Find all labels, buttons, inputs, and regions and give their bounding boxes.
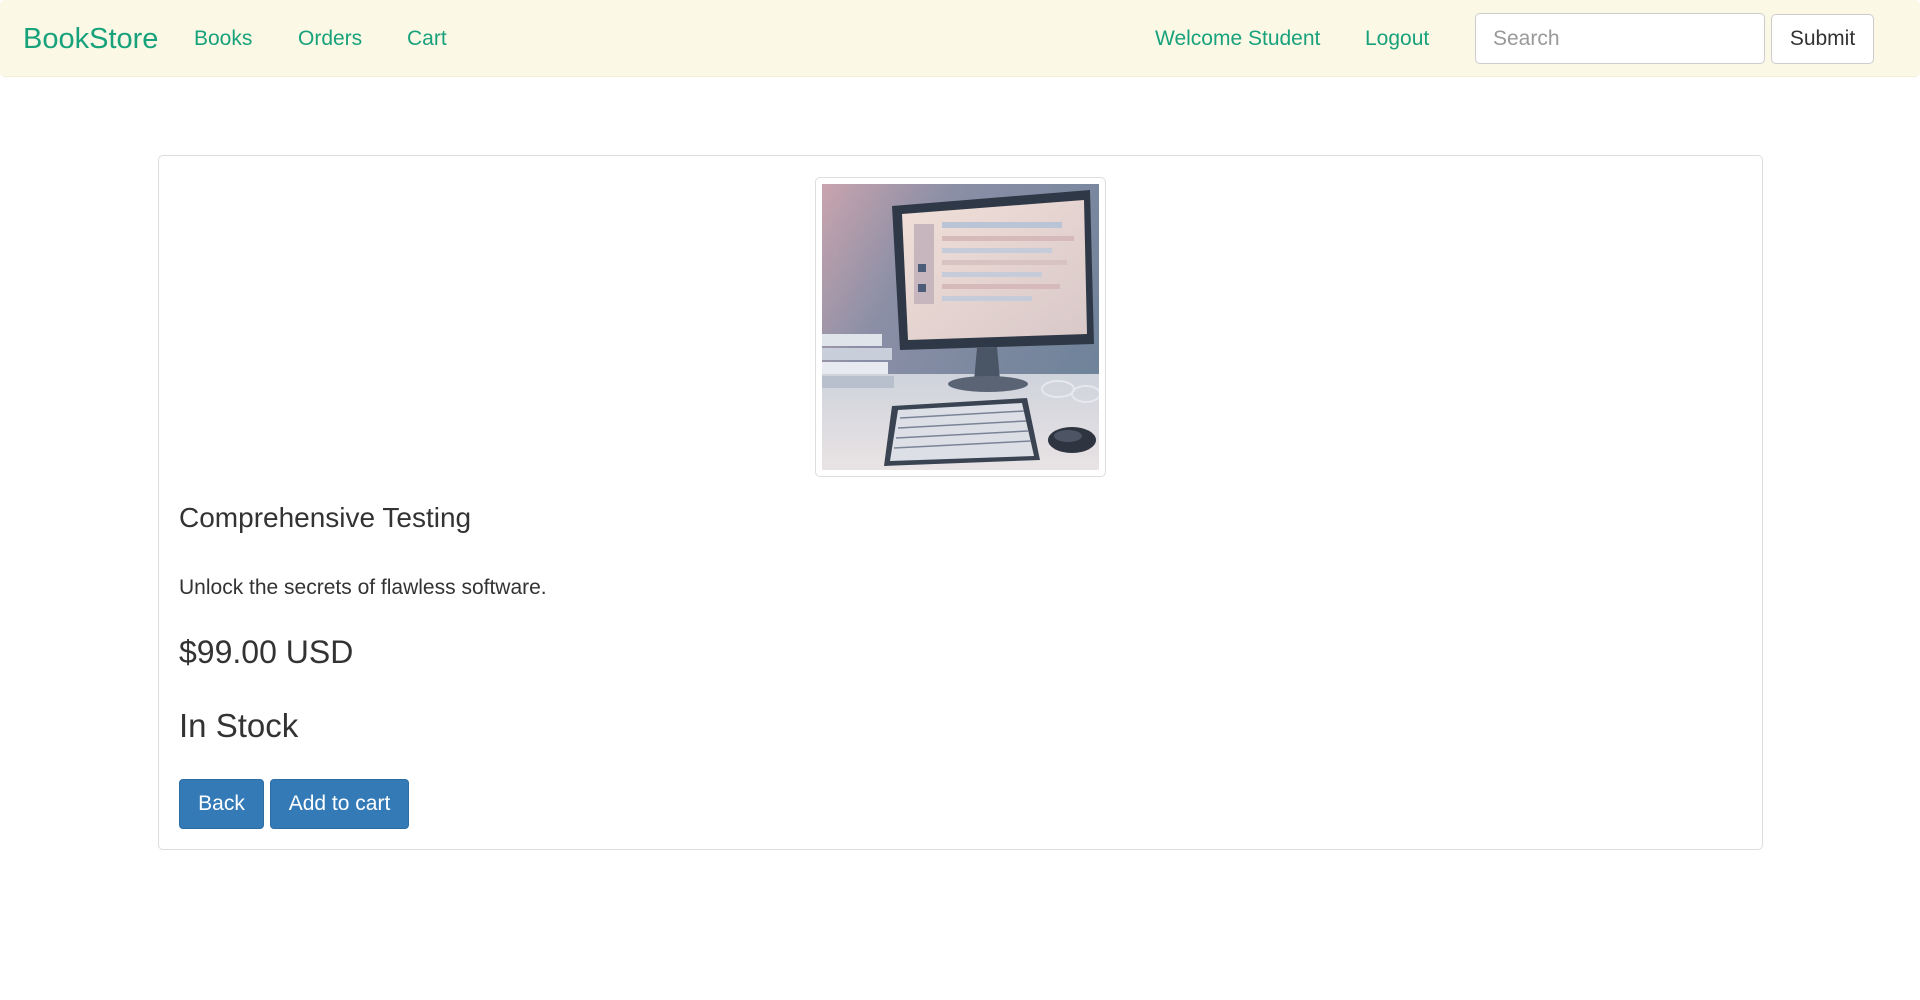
back-button[interactable]: Back	[179, 779, 264, 829]
nav-link-books[interactable]: Books	[194, 26, 252, 52]
search-input[interactable]	[1475, 13, 1765, 64]
add-to-cart-button[interactable]: Add to cart	[270, 779, 409, 829]
search-submit-button[interactable]: Submit	[1771, 14, 1874, 64]
brand-link[interactable]: BookStore	[23, 20, 158, 58]
stock-status: In Stock	[179, 707, 299, 744]
welcome-user-link[interactable]: Welcome Student	[1155, 26, 1320, 52]
product-price: $99.00 USD	[179, 634, 354, 670]
computer-desk-image	[822, 184, 1099, 470]
product-thumbnail	[815, 177, 1106, 477]
nav-link-cart[interactable]: Cart	[407, 26, 447, 52]
product-panel: Comprehensive Testing Unlock the secrets…	[158, 155, 1763, 850]
top-navbar: BookStore Books Orders Cart Welcome Stud…	[0, 0, 1920, 77]
product-description: Unlock the secrets of flawless software.	[179, 576, 547, 599]
logout-link[interactable]: Logout	[1365, 26, 1429, 52]
nav-link-orders[interactable]: Orders	[298, 26, 362, 52]
product-title: Comprehensive Testing	[179, 502, 472, 533]
